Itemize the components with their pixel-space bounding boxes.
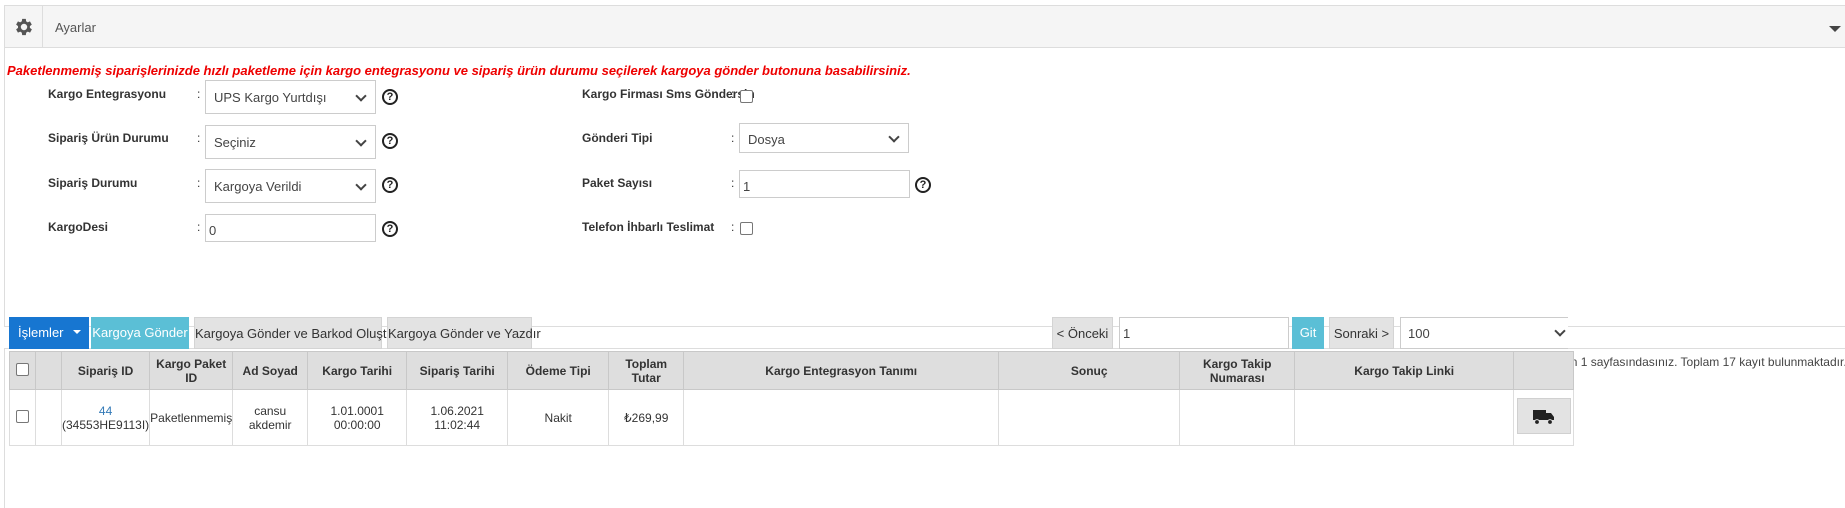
header-kargo-paket-id[interactable]: Kargo Paket ID — [149, 351, 234, 390]
settings-panel: Ayarlar — [4, 5, 1845, 327]
warning-text: Paketlenmemiş siparişlerinizde hızlı pak… — [7, 63, 911, 78]
next-page-button[interactable]: Sonraki > — [1329, 317, 1394, 349]
payment-cell: Nakit — [507, 389, 610, 446]
gonderi-tipi-value: Dosya — [748, 132, 785, 147]
siparis-durumu-select[interactable]: Kargoya Verildi — [205, 169, 376, 203]
chevron-down-icon — [355, 179, 367, 191]
kargo-desi-input[interactable]: 0 — [205, 214, 376, 242]
chevron-down-icon — [355, 90, 367, 102]
siparis-durumu-value: Kargoya Verildi — [214, 179, 302, 194]
orders-table: Sipariş ID Kargo Paket ID Ad Soyad Kargo… — [9, 351, 1575, 446]
header-entegrasyon-tanimi[interactable]: Kargo Entegrasyon Tanımı — [683, 351, 1000, 390]
go-button[interactable]: Git — [1292, 317, 1324, 349]
help-icon[interactable]: ? — [382, 221, 398, 237]
header-takip-numarasi[interactable]: Kargo Takip Numarası — [1179, 351, 1296, 390]
header-sonuc[interactable]: Sonuç — [998, 351, 1181, 390]
siparis-urun-durumu-value: Seçiniz — [214, 135, 256, 150]
order-id-link[interactable]: 44 — [62, 404, 149, 418]
send-barcode-button[interactable]: Kargoya Gönder ve Barkod Oluştur — [194, 317, 398, 349]
label-sms-gondersin: Kargo Firması Sms Göndersin — [582, 87, 755, 101]
header-kargo-tarihi[interactable]: Kargo Tarihi — [307, 351, 408, 390]
colon: : — [197, 131, 201, 145]
colon: : — [731, 131, 735, 145]
label-kargo-entegrasyonu: Kargo Entegrasyonu — [48, 87, 167, 101]
prev-page-button[interactable]: < Önceki — [1052, 317, 1113, 349]
colon: : — [197, 220, 201, 234]
header-odeme-tipi[interactable]: Ödeme Tipi — [507, 351, 610, 390]
collapse-caret-icon[interactable] — [1829, 26, 1841, 32]
settings-header[interactable]: Ayarlar — [5, 6, 1845, 48]
header-siparis-id[interactable]: Sipariş ID — [60, 351, 151, 390]
order-date-cell: 1.06.2021 11:02:44 — [406, 389, 509, 446]
kargoya-gonder-button[interactable]: Kargoya Gönder — [91, 317, 189, 349]
label-gonderi-tipi: Gönderi Tipi — [582, 131, 653, 145]
help-icon[interactable]: ? — [382, 89, 398, 105]
order-id-cell: 44 (34553HE9113I) — [60, 389, 151, 446]
siparis-urun-durumu-select[interactable]: Seçiniz — [205, 125, 376, 159]
gear-icon — [16, 18, 32, 36]
select-all-checkbox[interactable] — [16, 362, 29, 376]
select-all-cell — [9, 351, 36, 390]
colon: : — [731, 176, 735, 190]
kargo-entegrasyonu-value: UPS Kargo Yurtdışı — [214, 90, 327, 105]
ship-button[interactable] — [1516, 398, 1571, 434]
row-select-cell — [9, 389, 36, 446]
page-size-value: 100 — [1408, 326, 1430, 341]
help-icon[interactable]: ? — [382, 177, 398, 193]
tracking-link-cell — [1294, 389, 1515, 446]
islemler-label: İşlemler — [18, 325, 64, 340]
label-siparis-urun-durumu: Sipariş Ürün Durumu — [48, 131, 169, 145]
header-siparis-tarihi[interactable]: Sipariş Tarihi — [406, 351, 509, 390]
help-icon[interactable]: ? — [382, 133, 398, 149]
gonderi-tipi-select[interactable]: Dosya — [739, 123, 909, 153]
chevron-down-icon — [355, 135, 367, 147]
result-cell — [998, 389, 1181, 446]
actions-cell — [1513, 389, 1575, 446]
colon: : — [731, 220, 735, 234]
colon: : — [731, 87, 735, 101]
header-takip-linki[interactable]: Kargo Takip Linki — [1294, 351, 1515, 390]
sms-gondersin-checkbox[interactable] — [740, 90, 753, 103]
header-empty — [35, 351, 62, 390]
total-cell: ₺269,99 — [608, 389, 685, 446]
help-icon[interactable]: ? — [915, 177, 931, 193]
integration-cell — [683, 389, 1000, 446]
cargo-date-cell: 1.01.0001 00:00:00 — [307, 389, 408, 446]
page-size-select[interactable]: 100 — [1400, 317, 1568, 349]
row-empty-cell — [35, 389, 62, 446]
kargo-entegrasyonu-select[interactable]: UPS Kargo Yurtdışı — [205, 80, 376, 114]
header-toplam-tutar[interactable]: Toplam Tutar — [608, 351, 685, 390]
send-print-button[interactable]: Kargoya Gönder ve Yazdır — [387, 317, 541, 349]
truck-icon — [1532, 410, 1554, 425]
label-telefon-ihbarli: Telefon İhbarlı Teslimat — [582, 220, 715, 234]
header-ad-soyad[interactable]: Ad Soyad — [232, 351, 309, 390]
label-paket-sayisi: Paket Sayısı — [582, 176, 653, 190]
order-code: (34553HE9113I) — [62, 417, 150, 432]
header-divider — [42, 6, 43, 47]
tracking-no-cell — [1179, 389, 1296, 446]
label-siparis-durumu: Sipariş Durumu — [48, 176, 138, 190]
table-row: 44 (34553HE9113I) Paketlenmemiş cansu ak… — [9, 389, 1575, 446]
colon: : — [197, 176, 201, 190]
header-actions — [1513, 351, 1575, 390]
label-kargo-desi: KargoDesi — [48, 220, 109, 234]
chevron-down-icon — [1554, 325, 1566, 337]
name-cell: cansu akdemir — [232, 389, 309, 446]
telefon-ihbarli-checkbox[interactable] — [740, 222, 753, 235]
caret-down-icon — [73, 330, 81, 334]
page-number-input[interactable]: 1 — [1119, 317, 1289, 349]
package-id-cell: Paketlenmemiş — [149, 389, 234, 446]
paket-sayisi-input[interactable]: 1 — [739, 170, 910, 198]
row-checkbox[interactable] — [16, 409, 29, 423]
settings-title: Ayarlar — [55, 20, 96, 35]
table-header-row: Sipariş ID Kargo Paket ID Ad Soyad Kargo… — [9, 351, 1575, 390]
colon: : — [197, 87, 201, 101]
chevron-down-icon — [888, 131, 900, 143]
